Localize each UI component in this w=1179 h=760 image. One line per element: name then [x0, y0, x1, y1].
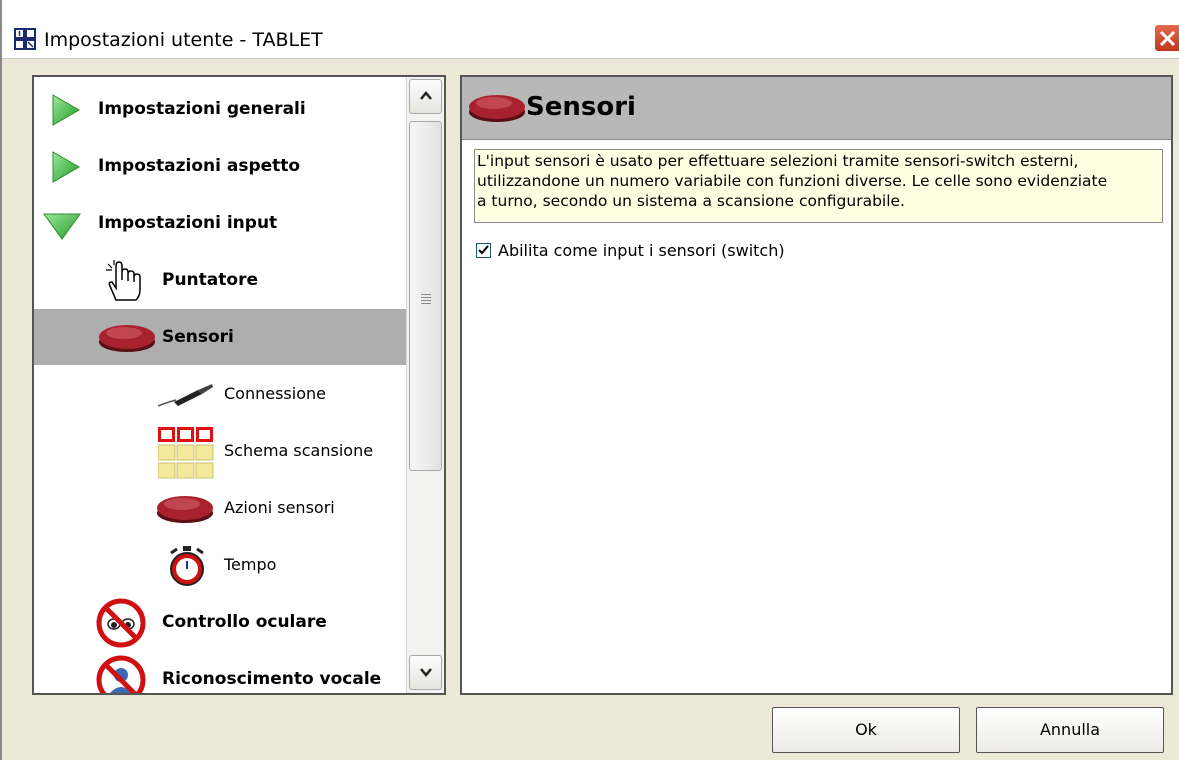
red-switch-button-icon	[157, 496, 213, 523]
green-arrow-right-icon	[52, 151, 81, 183]
settings-content: Sensori L'input sensori è usato per effe…	[460, 75, 1173, 695]
cancel-button[interactable]: Annulla	[976, 707, 1164, 753]
tree-item-schema-scansione[interactable]: Schema scansione	[34, 423, 406, 479]
tree-label: Riconoscimento vocale	[162, 669, 382, 689]
checkbox-label: Abilita come input i sensori (switch)	[498, 241, 785, 260]
tree-item-sensori[interactable]: Sensori	[34, 309, 406, 365]
close-button[interactable]	[1154, 24, 1179, 52]
tree-label: Azioni sensori	[224, 498, 335, 517]
description-line: utilizzandone un numero variabile con fu…	[477, 172, 1108, 190]
tree-item-puntatore[interactable]: Puntatore	[34, 252, 406, 308]
tree-label: Puntatore	[162, 270, 258, 290]
tree-label: Sensori	[162, 327, 234, 347]
tree-label: Impostazioni aspetto	[98, 156, 301, 176]
scroll-down-button[interactable]	[409, 655, 442, 690]
enable-sensors-checkbox[interactable]	[476, 243, 491, 258]
red-switch-button-icon	[469, 95, 525, 122]
red-switch-button-icon	[99, 325, 155, 352]
tree-label: Impostazioni input	[98, 213, 278, 233]
jack-cable-icon	[158, 384, 213, 407]
tree-item-connessione[interactable]: Connessione	[34, 366, 406, 422]
description-line: L'input sensori è usato per effettuare s…	[477, 152, 1079, 170]
tree-label: Tempo	[224, 555, 277, 574]
green-arrow-right-icon	[52, 94, 81, 126]
tree-item-impostazioni-generali[interactable]: Impostazioni generali	[34, 81, 406, 137]
checkmark-icon	[478, 245, 489, 255]
settings-window: Impostazioni utente - TABLET Impostazion…	[0, 0, 1179, 760]
page-title: Sensori	[526, 92, 636, 122]
tree-item-controllo-oculare[interactable]: Controllo oculare	[34, 594, 406, 650]
tree-item-azioni-sensori[interactable]: Azioni sensori	[34, 480, 406, 536]
scroll-thumb[interactable]	[409, 121, 442, 471]
content-header: Sensori	[462, 77, 1171, 140]
grip-icon	[421, 294, 431, 306]
settings-tree: Impostazioni generali Impostazioni aspet…	[32, 75, 446, 695]
scroll-up-button[interactable]	[409, 79, 442, 114]
window-title: Impostazioni utente - TABLET	[44, 29, 323, 51]
description-box: L'input sensori è usato per effettuare s…	[474, 149, 1163, 223]
tree-scrollbar[interactable]	[406, 77, 444, 693]
tree-item-impostazioni-input[interactable]: Impostazioni input	[34, 195, 406, 251]
hand-pointer-icon	[106, 260, 141, 301]
tree-item-tempo[interactable]: Tempo	[34, 537, 406, 593]
tree-item-riconoscimento-vocale[interactable]: Riconoscimento vocale	[34, 651, 406, 693]
chevron-up-icon	[420, 91, 432, 100]
tree-label: Impostazioni generali	[98, 99, 306, 119]
title-bar[interactable]: Impostazioni utente - TABLET	[2, 0, 1179, 59]
tree-label: Connessione	[224, 384, 326, 403]
tree-item-impostazioni-aspetto[interactable]: Impostazioni aspetto	[34, 138, 406, 194]
scan-grid-icon	[158, 427, 214, 479]
eye-disabled-icon	[96, 598, 146, 648]
voice-disabled-icon	[96, 655, 146, 693]
stopwatch-icon	[170, 546, 204, 586]
description-line: a turno, secondo un sistema a scansione …	[477, 192, 905, 210]
green-arrow-down-icon	[43, 213, 81, 240]
tree-label: Schema scansione	[224, 441, 374, 460]
app-grid-icon	[14, 28, 36, 50]
ok-button[interactable]: Ok	[772, 707, 960, 753]
tree-label: Controllo oculare	[162, 612, 327, 632]
chevron-down-icon	[420, 668, 432, 677]
close-icon	[1159, 30, 1176, 47]
